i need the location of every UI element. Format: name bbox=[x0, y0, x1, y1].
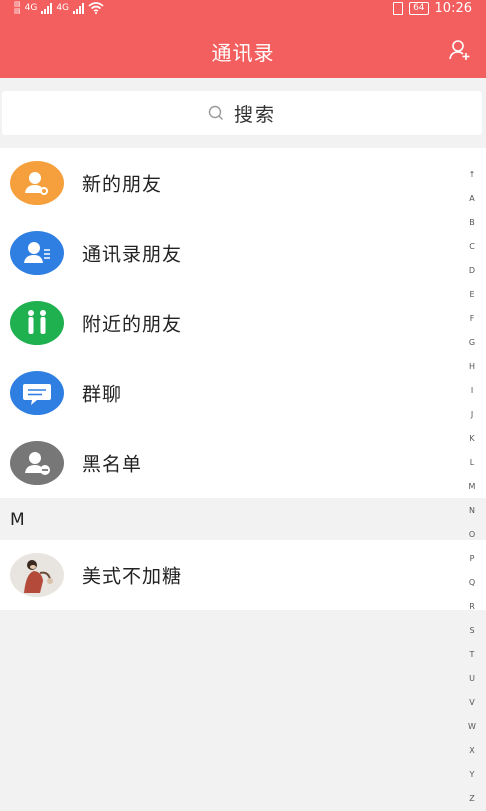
search-area: 搜索 bbox=[0, 78, 486, 148]
status-left: ▤ ▤ 4G 4G bbox=[14, 1, 104, 15]
index-letter-y[interactable]: Y bbox=[470, 763, 475, 787]
new-friend-icon bbox=[10, 161, 64, 205]
contact-list: 美式不加糖 bbox=[0, 540, 486, 610]
search-input[interactable]: 搜索 bbox=[2, 91, 482, 135]
status-right: 64 10:26 bbox=[393, 1, 472, 16]
index-letter-w[interactable]: W bbox=[468, 715, 476, 739]
status-bar: ▤ ▤ 4G 4G 64 10:26 bbox=[0, 0, 486, 20]
index-letter-b[interactable]: B bbox=[469, 211, 475, 235]
wifi-icon bbox=[88, 2, 104, 14]
alphabet-index-bar[interactable]: ↑ A B C D E F G H I J K L M N O P Q R S T U V W X Y Z bbox=[458, 163, 486, 811]
index-letter-q[interactable]: Q bbox=[469, 571, 475, 595]
index-letter-l[interactable]: L bbox=[470, 451, 474, 475]
index-letter-f[interactable]: F bbox=[470, 307, 475, 331]
search-icon bbox=[208, 105, 223, 120]
signal-icon-2 bbox=[73, 2, 85, 14]
contact-row[interactable]: 美式不加糖 bbox=[0, 540, 486, 610]
menu-item-blacklist[interactable]: 黑名单 bbox=[0, 428, 486, 498]
index-letter-c[interactable]: C bbox=[469, 235, 475, 259]
network-type-2: 4G bbox=[56, 3, 70, 13]
section-header-m: M bbox=[0, 500, 486, 540]
menu-item-group-chat[interactable]: 群聊 bbox=[0, 358, 486, 428]
search-label: 搜索 bbox=[233, 103, 276, 126]
vibrate-icon bbox=[393, 2, 404, 15]
index-letter-r[interactable]: R bbox=[469, 595, 475, 619]
menu-label-nearby-friends: 附近的朋友 bbox=[82, 313, 183, 336]
clock: 10:26 bbox=[434, 1, 472, 16]
app-header: 通讯录 bbox=[0, 20, 486, 78]
index-letter-s[interactable]: S bbox=[469, 619, 474, 643]
menu-item-contacts-friends[interactable]: 通讯录朋友 bbox=[0, 218, 486, 288]
contacts-friend-icon bbox=[10, 231, 64, 275]
sim-icon: ▤ ▤ bbox=[14, 0, 21, 15]
contact-name: 美式不加糖 bbox=[82, 565, 183, 588]
index-letter-n[interactable]: N bbox=[469, 499, 475, 523]
index-letter-h[interactable]: H bbox=[469, 355, 475, 379]
nearby-friend-icon bbox=[10, 301, 64, 345]
index-letter-a[interactable]: A bbox=[469, 187, 474, 211]
menu-item-nearby-friends[interactable]: 附近的朋友 bbox=[0, 288, 486, 358]
index-letter-m[interactable]: M bbox=[469, 475, 476, 499]
add-user-button[interactable] bbox=[448, 38, 472, 62]
index-letter-v[interactable]: V bbox=[469, 691, 474, 715]
page-title: 通讯录 bbox=[211, 41, 275, 65]
blacklist-icon bbox=[10, 441, 64, 485]
menu-label-new-friends: 新的朋友 bbox=[82, 173, 163, 196]
index-letter-t[interactable]: T bbox=[470, 643, 475, 667]
index-letter-j[interactable]: J bbox=[471, 403, 473, 427]
menu-label-contacts-friends: 通讯录朋友 bbox=[82, 243, 183, 266]
battery-icon: 64 bbox=[409, 2, 429, 15]
signal-icon bbox=[41, 2, 53, 14]
index-letter-top[interactable]: ↑ bbox=[469, 163, 476, 187]
index-letter-p[interactable]: P bbox=[470, 547, 475, 571]
index-letter-g[interactable]: G bbox=[469, 331, 475, 355]
index-letter-d[interactable]: D bbox=[469, 259, 475, 283]
index-letter-i[interactable]: I bbox=[471, 379, 473, 403]
index-letter-k[interactable]: K bbox=[469, 427, 474, 451]
group-chat-icon bbox=[10, 371, 64, 415]
network-type-1: 4G bbox=[24, 3, 38, 13]
add-user-icon bbox=[449, 40, 470, 60]
user-avatar bbox=[10, 553, 64, 597]
function-list: 新的朋友 通讯录朋友 附近的朋友 群聊 黑名单 bbox=[0, 148, 486, 498]
menu-label-blacklist: 黑名单 bbox=[82, 453, 143, 476]
menu-label-group-chat: 群聊 bbox=[82, 383, 123, 406]
menu-item-new-friends[interactable]: 新的朋友 bbox=[0, 148, 486, 218]
index-letter-x[interactable]: X bbox=[469, 739, 474, 763]
index-letter-u[interactable]: U bbox=[469, 667, 475, 691]
index-letter-z[interactable]: Z bbox=[469, 787, 474, 811]
index-letter-e[interactable]: E bbox=[469, 283, 474, 307]
section-letter: M bbox=[10, 510, 25, 530]
index-letter-o[interactable]: O bbox=[469, 523, 475, 547]
